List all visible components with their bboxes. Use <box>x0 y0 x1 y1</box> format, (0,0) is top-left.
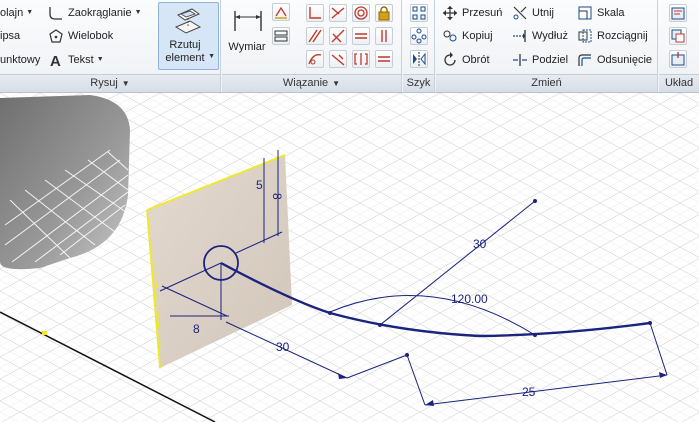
dimension-icon <box>232 5 264 40</box>
dimension-30-upper[interactable]: 30 <box>473 237 487 251</box>
move-command[interactable]: Przesuń <box>442 3 502 23</box>
rectangular-pattern-icon <box>412 6 426 20</box>
horizontal-constraint-button[interactable] <box>352 27 370 45</box>
show-constraints-button[interactable] <box>272 27 290 45</box>
graphics-viewport[interactable]: 5 8 8 30 120.00 30 25 <box>0 93 699 422</box>
perpendicular-icon <box>309 7 321 19</box>
project-geometry-icon <box>172 5 204 37</box>
polygon-icon <box>48 28 64 44</box>
ellipse-command[interactable]: ipsa <box>0 26 20 46</box>
perpendicular-constraint-button[interactable] <box>306 4 324 22</box>
auto-dimension-button[interactable] <box>272 3 290 21</box>
vertical-constraint-button[interactable] <box>375 27 393 45</box>
extend-icon <box>512 28 528 44</box>
text-a-icon: A <box>48 52 64 70</box>
auto-dimension-icon <box>275 6 287 19</box>
layout-button-2[interactable] <box>669 27 687 45</box>
panel-wiazanie-footer[interactable]: Wiązanie ▼ <box>222 74 401 92</box>
stretch-icon <box>577 28 593 44</box>
project-geometry-dropdown-arrow[interactable]: ▼ <box>208 53 215 60</box>
lock-icon <box>378 6 390 21</box>
dimension-30-lower[interactable]: 30 <box>276 340 290 354</box>
panel-rysuj-footer[interactable]: Rysuj ▼ <box>0 74 220 92</box>
split-icon <box>512 52 528 68</box>
coincident-icon <box>331 7 345 19</box>
panel-rysuj: olajn ▼ ipsa unktowy Zaokrąglanie ▼ Wielob… <box>0 0 221 92</box>
move-icon <box>442 5 458 21</box>
polyline-command[interactable]: olajn ▼ <box>0 3 33 23</box>
layout-button-3[interactable] <box>669 50 687 68</box>
coincident-constraint-button[interactable] <box>329 4 347 22</box>
panel-wiazanie: Wymiar Wiązanie ▼ <box>222 0 402 92</box>
rotate-icon <box>442 52 458 68</box>
stretch-command[interactable]: Rozciągnij <box>577 26 648 46</box>
dimension-25[interactable]: 25 <box>522 385 536 399</box>
symmetric-icon <box>354 53 368 65</box>
panel-zmien-footer[interactable]: Zmień <box>436 74 657 92</box>
layout-button-1[interactable] <box>669 4 687 22</box>
points-command[interactable]: unktowy <box>0 50 40 70</box>
parallel-constraint-button[interactable] <box>306 27 324 45</box>
scale-icon <box>577 5 593 21</box>
project-geometry-label: Rzutuj element <box>165 39 205 64</box>
dimension-label: Wymiar <box>228 41 266 53</box>
vertical-constraint-icon <box>381 30 387 42</box>
circular-pattern-button[interactable] <box>410 27 428 45</box>
panel-zmien: Przesuń Kopiuj Obrót Utnij Wydłuż Podzie… <box>436 0 658 92</box>
tangent-constraint-button[interactable] <box>329 27 347 45</box>
dimension-button[interactable]: Wymiar <box>226 3 268 69</box>
show-constraints-icon <box>274 30 288 42</box>
smooth-constraint-button[interactable] <box>306 50 324 68</box>
collinear-icon <box>331 54 345 66</box>
panel-uklad-footer[interactable]: Układ <box>659 74 699 92</box>
fillet-icon <box>48 5 64 21</box>
mirror-button[interactable] <box>410 50 428 68</box>
layout-icon <box>671 7 685 20</box>
smooth-icon <box>308 54 322 65</box>
edge-marker <box>42 331 47 335</box>
panel-szyk-footer[interactable]: Szyk <box>403 74 434 92</box>
horizontal-constraint-icon <box>355 33 367 39</box>
concentric-constraint-button[interactable] <box>352 4 370 22</box>
fix-constraint-button[interactable] <box>375 4 393 22</box>
trim-icon <box>512 5 528 21</box>
project-geometry-button[interactable]: Rzutuj element ▼ <box>158 2 219 70</box>
dimension-8-vertical[interactable]: 8 <box>270 193 284 200</box>
dimension-8-horizontal[interactable]: 8 <box>193 322 200 336</box>
layout-block-icon <box>671 29 685 43</box>
split-command[interactable]: Podziel <box>512 50 568 70</box>
offset-icon <box>577 52 593 68</box>
extend-command[interactable]: Wydłuż <box>512 26 568 46</box>
offset-command[interactable]: Odsunięcie <box>577 50 652 70</box>
parallel-icon <box>308 29 322 43</box>
angle-dimension[interactable]: 120.00 <box>451 292 488 306</box>
equal-icon <box>378 56 390 62</box>
panel-szyk: Szyk <box>403 0 435 92</box>
circular-pattern-icon <box>411 28 427 44</box>
tangent-icon <box>331 29 345 43</box>
equal-constraint-button[interactable] <box>375 50 393 68</box>
symmetric-constraint-button[interactable] <box>352 50 370 68</box>
svg-text:A: A <box>50 53 61 68</box>
layout-insert-icon <box>671 52 685 66</box>
copy-icon <box>442 28 458 44</box>
trim-command[interactable]: Utnij <box>512 3 554 23</box>
scale-command[interactable]: Skala <box>577 3 625 23</box>
text-command[interactable]: A Tekst ▼ <box>48 50 104 70</box>
panel-uklad: Układ <box>659 0 699 92</box>
fillet-command[interactable]: Zaokrąglanie ▼ <box>48 3 142 23</box>
polygon-command[interactable]: Wielobok <box>48 26 113 46</box>
collinear-constraint-button[interactable] <box>329 50 347 68</box>
copy-command[interactable]: Kopiuj <box>442 26 493 46</box>
sketch-canvas[interactable]: 5 8 8 30 120.00 30 25 <box>0 93 699 422</box>
dimension-5[interactable]: 5 <box>256 178 263 192</box>
ribbon: olajn ▼ ipsa unktowy Zaokrąglanie ▼ Wielob… <box>0 0 699 93</box>
concentric-icon <box>354 6 368 20</box>
rectangular-pattern-button[interactable] <box>410 4 428 22</box>
rotate-command[interactable]: Obrót <box>442 50 490 70</box>
mirror-icon <box>413 52 426 66</box>
